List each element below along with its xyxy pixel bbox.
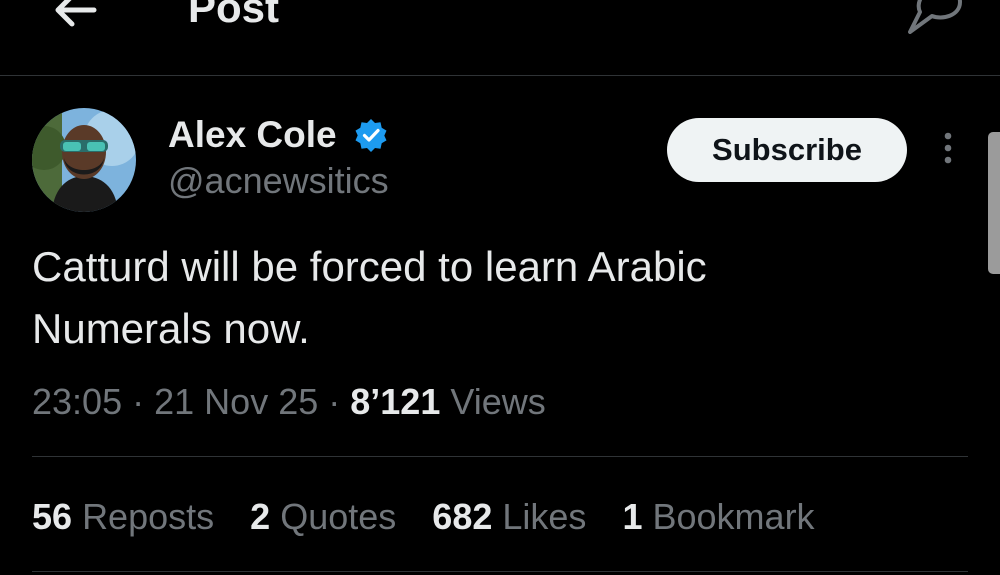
meta-separator: · [132, 381, 145, 422]
back-button[interactable] [50, 0, 98, 34]
avatar[interactable] [32, 108, 136, 212]
likes-stat[interactable]: 682 Likes [432, 496, 586, 537]
quotes-count: 2 [250, 496, 271, 537]
arrow-left-icon [55, 0, 97, 27]
top-bar: Post [0, 0, 1000, 76]
likes-label: Likes [502, 496, 587, 537]
verified-badge-icon [354, 118, 388, 152]
reply-icon [908, 0, 962, 34]
bookmarks-count: 1 [622, 496, 643, 537]
reposts-stat[interactable]: 56 Reposts [32, 496, 214, 537]
more-vertical-icon [944, 132, 952, 164]
scrollbar-thumb[interactable] [988, 132, 1000, 274]
engagement-stats: 56 Reposts 2 Quotes 682 Likes 1 Bookmark [32, 494, 841, 540]
subscribe-button[interactable]: Subscribe [667, 118, 907, 182]
quotes-label: Quotes [280, 496, 397, 537]
divider [32, 456, 968, 457]
author-handle[interactable]: @acnewsitics [168, 160, 389, 202]
post-text-line-1: Catturd will be forced to learn Arabic [32, 243, 707, 290]
post-meta: 23:05 · 21 Nov 25 · 8’121 Views [32, 380, 546, 424]
divider [32, 571, 968, 572]
reposts-label: Reposts [82, 496, 215, 537]
views-label: Views [450, 381, 546, 422]
likes-count: 682 [432, 496, 493, 537]
post-text-line-2: Numerals now. [32, 305, 310, 352]
post-text: Catturd will be forced to learn Arabic N… [32, 236, 932, 360]
reply-button[interactable] [904, 0, 966, 34]
profile-photo [32, 108, 136, 212]
views-count: 8’121 [350, 381, 441, 422]
bookmarks-label: Bookmark [652, 496, 815, 537]
more-options-button[interactable] [932, 132, 964, 168]
post-time[interactable]: 23:05 [32, 381, 122, 422]
author-name[interactable]: Alex Cole [168, 114, 337, 156]
post-date[interactable]: 21 Nov 25 [154, 381, 318, 422]
bookmarks-stat[interactable]: 1 Bookmark [622, 496, 814, 537]
reposts-count: 56 [32, 496, 73, 537]
page-title: Post [188, 0, 280, 31]
meta-separator: · [328, 381, 341, 422]
quotes-stat[interactable]: 2 Quotes [250, 496, 396, 537]
